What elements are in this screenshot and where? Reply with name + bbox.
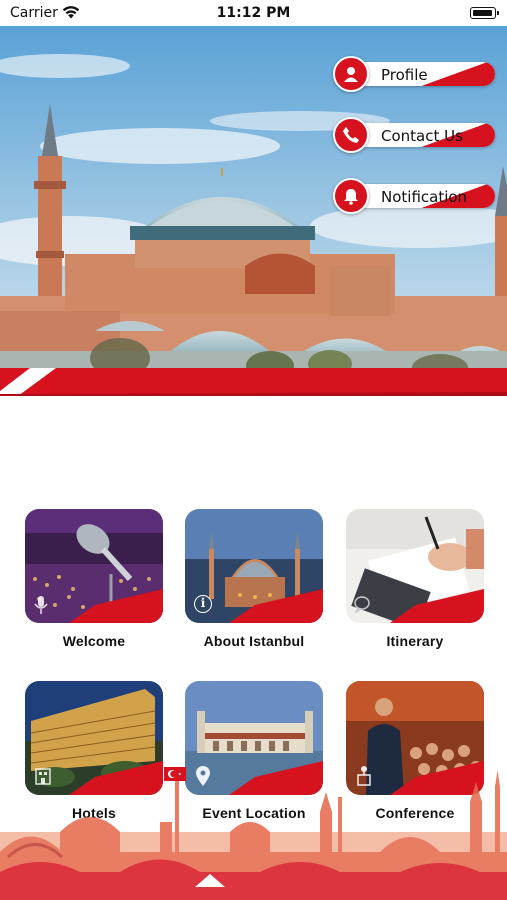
welcome-label: Welcome <box>62 633 126 649</box>
profile-button[interactable]: Profile <box>333 56 495 92</box>
turkish-flag-icon <box>164 767 186 781</box>
about-istanbul-label: About Istanbul <box>203 633 305 649</box>
contact-us-button[interactable]: Contact Us <box>333 117 495 153</box>
chat-icon <box>354 596 370 613</box>
info-icon: i <box>194 595 212 613</box>
notification-button[interactable]: Notification <box>333 178 495 214</box>
hero-banner: Profile Contact Us Notification <box>0 26 507 396</box>
bell-icon <box>333 178 369 214</box>
microphone-icon <box>34 596 48 614</box>
itinerary-label: Itinerary <box>386 633 444 649</box>
person-icon <box>333 56 369 92</box>
status-bar: Carrier 11:12 PM <box>0 0 507 26</box>
profile-label: Profile <box>381 66 428 84</box>
clock: 11:12 PM <box>216 5 291 21</box>
contact-us-label: Contact Us <box>381 127 463 145</box>
istanbul-skyline-graphic <box>0 767 507 900</box>
phone-icon <box>333 117 369 153</box>
notification-label: Notification <box>381 188 468 206</box>
battery-icon <box>470 7 499 19</box>
